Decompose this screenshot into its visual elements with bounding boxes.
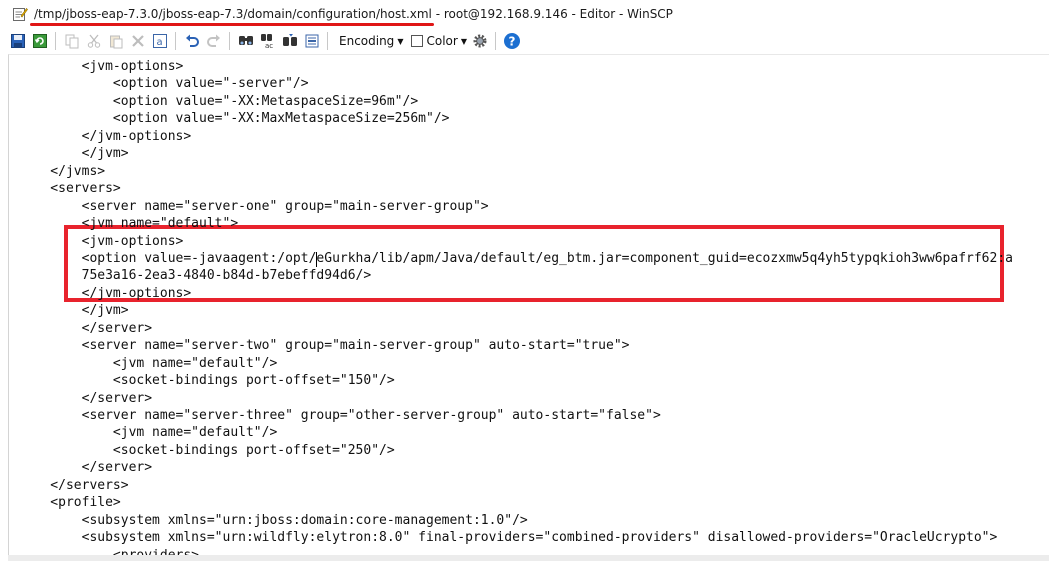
code-line[interactable]: <option value="-XX:MaxMetaspaceSize=256m… (19, 110, 450, 128)
code-line[interactable]: <jvm-options> (19, 58, 184, 76)
select-all-icon[interactable]: a (151, 32, 169, 50)
code-line[interactable]: <server name="server-one" group="main-se… (19, 198, 489, 216)
copy-icon[interactable] (63, 32, 81, 50)
help-icon[interactable]: ? (503, 32, 521, 50)
cut-icon[interactable] (85, 32, 103, 50)
code-line[interactable]: <jvm name="default"/> (19, 355, 277, 373)
code-line[interactable]: <jvm-options> (19, 233, 184, 251)
code-line[interactable]: <subsystem xmlns="urn:jboss:domain:core-… (19, 512, 528, 530)
toolbar-separator (327, 32, 328, 50)
code-line[interactable]: </jvm> (19, 302, 129, 320)
code-line[interactable]: <servers> (19, 180, 120, 198)
text-editor[interactable]: <jvm-options> <option value="-server"/> … (8, 54, 1049, 555)
color-dropdown[interactable]: Color ▼ (426, 34, 467, 48)
go-to-line-icon[interactable] (303, 32, 321, 50)
code-line[interactable]: <subsystem xmlns="urn:wildfly:elytron:8.… (19, 529, 998, 547)
code-line[interactable]: 75e3a16-2ea3-4840-b84d-b7ebeffd94d6/> (19, 267, 372, 285)
code-line[interactable]: <server name="server-three" group="other… (19, 407, 661, 425)
code-line[interactable]: <socket-bindings port-offset="150"/> (19, 372, 395, 390)
editor-toolbar: a ac Encoding ▼ Color ▼ ? (0, 29, 1049, 53)
text-cursor (316, 251, 318, 267)
code-line[interactable]: </jvm-options> (19, 128, 192, 146)
code-line[interactable]: </server> (19, 320, 152, 338)
file-path: /tmp/jboss-eap-7.3.0/jboss-eap-7.3/domai… (30, 7, 434, 26)
paste-icon[interactable] (107, 32, 125, 50)
svg-text:a: a (157, 37, 163, 48)
title-bar: /tmp/jboss-eap-7.3.0/jboss-eap-7.3/domai… (0, 0, 1049, 28)
toolbar-separator (229, 32, 230, 50)
find-next-icon[interactable] (281, 32, 299, 50)
chevron-down-icon: ▼ (460, 36, 467, 46)
save-icon[interactable] (9, 32, 27, 50)
code-line[interactable]: <jvm name="default"> (19, 215, 239, 233)
code-line[interactable]: <server name="server-two" group="main-se… (19, 337, 630, 355)
window-title-rest: - root@192.168.9.146 - Editor - WinSCP (431, 7, 673, 21)
undo-icon[interactable] (183, 32, 201, 50)
toolbar-separator (175, 32, 176, 50)
file-path-text: /tmp/jboss-eap-7.3.0/jboss-eap-7.3/domai… (34, 7, 432, 21)
horizontal-scrollbar[interactable] (8, 555, 1049, 561)
code-line[interactable]: <socket-bindings port-offset="250"/> (19, 442, 395, 460)
redo-icon[interactable] (205, 32, 223, 50)
code-line[interactable]: </server> (19, 459, 152, 477)
code-line[interactable]: <option value="-server"/> (19, 75, 309, 93)
code-line[interactable]: <option value=-javaagent:/opt/eGurkha/li… (19, 250, 1013, 268)
svg-text:ac: ac (265, 42, 273, 49)
red-underline-annotation (30, 23, 434, 26)
encoding-label: Encoding (339, 34, 395, 48)
code-line[interactable]: </jvm> (19, 145, 129, 163)
encoding-dropdown[interactable]: Encoding ▼ (339, 34, 403, 48)
toolbar-separator (494, 32, 496, 50)
code-line[interactable]: </jvm-options> (19, 285, 192, 303)
code-line[interactable]: <providers> (19, 547, 199, 555)
svg-text:?: ? (508, 35, 515, 49)
toolbar-separator (55, 32, 56, 50)
code-line[interactable]: <profile> (19, 494, 120, 512)
chevron-down-icon: ▼ (397, 36, 404, 46)
notepad-icon (12, 6, 28, 22)
reload-icon[interactable] (31, 32, 49, 50)
color-label: Color (426, 34, 458, 48)
window-title: /tmp/jboss-eap-7.3.0/jboss-eap-7.3/domai… (30, 7, 673, 26)
code-line[interactable]: <jvm name="default"/> (19, 424, 277, 442)
color-checkbox[interactable] (411, 35, 424, 47)
code-line[interactable]: <option value="-XX:MetaspaceSize=96m"/> (19, 93, 418, 111)
code-line[interactable]: </servers> (19, 477, 128, 495)
find-icon[interactable] (237, 32, 255, 50)
gear-icon[interactable] (471, 32, 489, 50)
delete-icon[interactable] (129, 32, 147, 50)
code-line[interactable]: </server> (19, 390, 152, 408)
code-line[interactable]: </jvms> (19, 163, 105, 181)
replace-icon[interactable]: ac (259, 32, 277, 50)
